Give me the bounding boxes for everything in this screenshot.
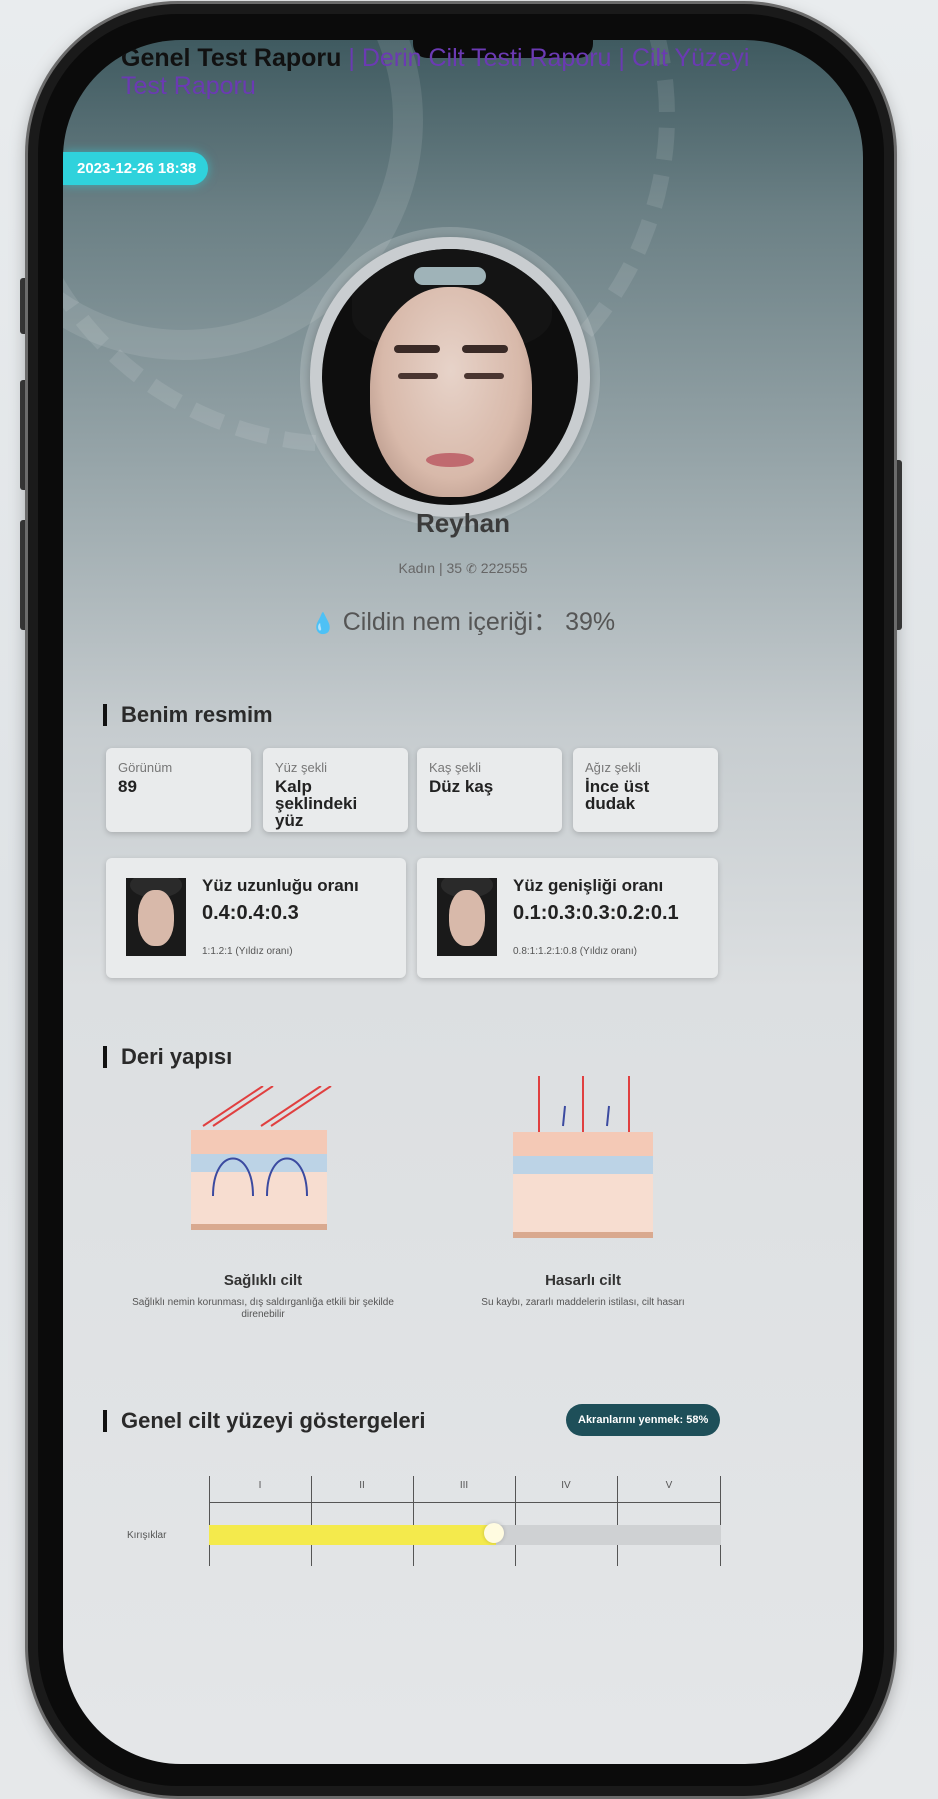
ratio-value: 0.1:0.3:0.3:0.2:0.1 xyxy=(513,902,679,924)
feature-label: Görünüm xyxy=(118,760,173,775)
feature-value: İnce üst dudak xyxy=(585,777,650,813)
feature-label: Kaş şekli xyxy=(429,760,482,775)
ratio-note: 1:1.2:1 (Yıldız oranı) xyxy=(202,946,293,957)
peer-comparison-badge: Akranlarını yenmek: 58% xyxy=(566,1404,721,1436)
ratio-face-thumbnail xyxy=(437,878,497,956)
feature-card: Kaş şekli Düz kaş xyxy=(417,748,562,832)
ratio-value: 0.4:0.4:0.3 xyxy=(202,902,299,924)
tab-deep-skin-report[interactable]: Derin Cilt Testi Raporu xyxy=(362,44,612,72)
moisture-value: 39% xyxy=(565,608,616,636)
grid-line xyxy=(617,1476,618,1566)
level-label: I xyxy=(258,1480,262,1491)
damaged-skin-desc: Su kaybı, zararlı maddelerin istilası, c… xyxy=(481,1297,685,1308)
feature-label: Ağız şekli xyxy=(585,760,641,775)
client-meta: Kadın | 35 ✆ 222555 xyxy=(63,560,863,577)
left-eye xyxy=(398,373,438,379)
section-title-my-picture: Benim resmim xyxy=(103,704,273,726)
damaged-skin-title: Hasarlı cilt xyxy=(545,1272,621,1289)
indicator-bar-fill xyxy=(209,1525,496,1545)
feature-card: Yüz şekli Kalp şeklindeki yüz xyxy=(263,748,408,832)
indicator-bar-knob xyxy=(484,1523,504,1543)
phone-screen: Genel Test Raporu | Derin Cilt Testi Rap… xyxy=(63,40,863,1764)
peer-label: Akranlarını yenmek: xyxy=(578,1414,684,1426)
mute-switch xyxy=(20,278,28,334)
indicator-row-label: Kırışıklar xyxy=(127,1530,167,1541)
ratio-note: 0.8:1:1.2:1:0.8 (Yıldız oranı) xyxy=(513,946,637,957)
feature-value: Kalp şeklindeki yüz xyxy=(275,777,358,830)
client-age: 35 xyxy=(446,560,463,576)
damaged-skin-caption: Hasarlı cilt Su kaybı, zararlı maddeleri… xyxy=(433,1272,733,1309)
grid-line xyxy=(209,1502,721,1503)
client-phone: 222555 xyxy=(480,560,528,576)
healthy-skin-title: Sağlıklı cilt xyxy=(223,1272,303,1289)
volume-up-button xyxy=(20,380,28,490)
ratio-face-thumbnail xyxy=(126,878,186,956)
moisture-line: 💧 Cildin nem içeriği： 39% xyxy=(63,602,863,638)
right-eye xyxy=(464,373,504,379)
headband-shape xyxy=(414,267,486,285)
power-button xyxy=(894,460,902,630)
feature-card: Ağız şekli İnce üst dudak xyxy=(573,748,718,832)
client-gender: Kadın xyxy=(398,560,436,576)
test-datetime: 2023-12-26 18:38 xyxy=(63,152,209,185)
moisture-colon: ： xyxy=(533,608,559,636)
lips xyxy=(426,453,474,467)
phone-icon: ✆ xyxy=(465,561,477,576)
feature-value: Düz kaş xyxy=(429,777,494,796)
right-brow xyxy=(462,345,508,353)
healthy-skin-caption: Sağlıklı cilt Sağlıklı nemin korunması, … xyxy=(113,1272,413,1321)
level-label: II xyxy=(359,1480,365,1491)
volume-down-button xyxy=(20,520,28,630)
peer-value: 58% xyxy=(686,1414,709,1426)
damaged-skin-diagram xyxy=(513,1076,653,1238)
level-label: III xyxy=(459,1480,469,1491)
section-title-skin-structure: Deri yapısı xyxy=(103,1046,232,1068)
tab-general-report[interactable]: Genel Test Raporu xyxy=(121,44,341,72)
report-tabs: Genel Test Raporu | Derin Cilt Testi Rap… xyxy=(121,44,801,100)
feature-label: Yüz şekli xyxy=(275,760,328,775)
tab-separator: | xyxy=(611,44,632,72)
tab-separator: | xyxy=(341,44,362,72)
client-name: Reyhan xyxy=(416,508,510,538)
section-title-surface-indicators: Genel cilt yüzeyi göstergeleri xyxy=(103,1410,425,1432)
ratio-title: Yüz genişliği oranı xyxy=(513,876,664,895)
grid-line xyxy=(720,1476,721,1566)
face-photo xyxy=(322,249,578,505)
level-label: V xyxy=(665,1480,673,1491)
feature-card: Görünüm 89 xyxy=(106,748,251,832)
feature-value: 89 xyxy=(118,777,137,796)
water-drop-icon: 💧 xyxy=(310,613,336,635)
moisture-label: Cildin nem içeriği xyxy=(342,608,534,636)
ratio-card: Yüz uzunluğu oranı 0.4:0.4:0.3 1:1.2:1 (… xyxy=(106,858,406,978)
healthy-skin-diagram xyxy=(191,1086,332,1230)
meta-separator: | xyxy=(438,560,447,576)
left-brow xyxy=(394,345,440,353)
avatar xyxy=(310,237,590,517)
healthy-skin-desc: Sağlıklı nemin korunması, dış saldırganl… xyxy=(132,1297,394,1320)
ratio-card: Yüz genişliği oranı 0.1:0.3:0.3:0.2:0.1 … xyxy=(417,858,718,978)
ratio-title: Yüz uzunluğu oranı xyxy=(202,876,359,895)
level-label: IV xyxy=(561,1480,571,1491)
